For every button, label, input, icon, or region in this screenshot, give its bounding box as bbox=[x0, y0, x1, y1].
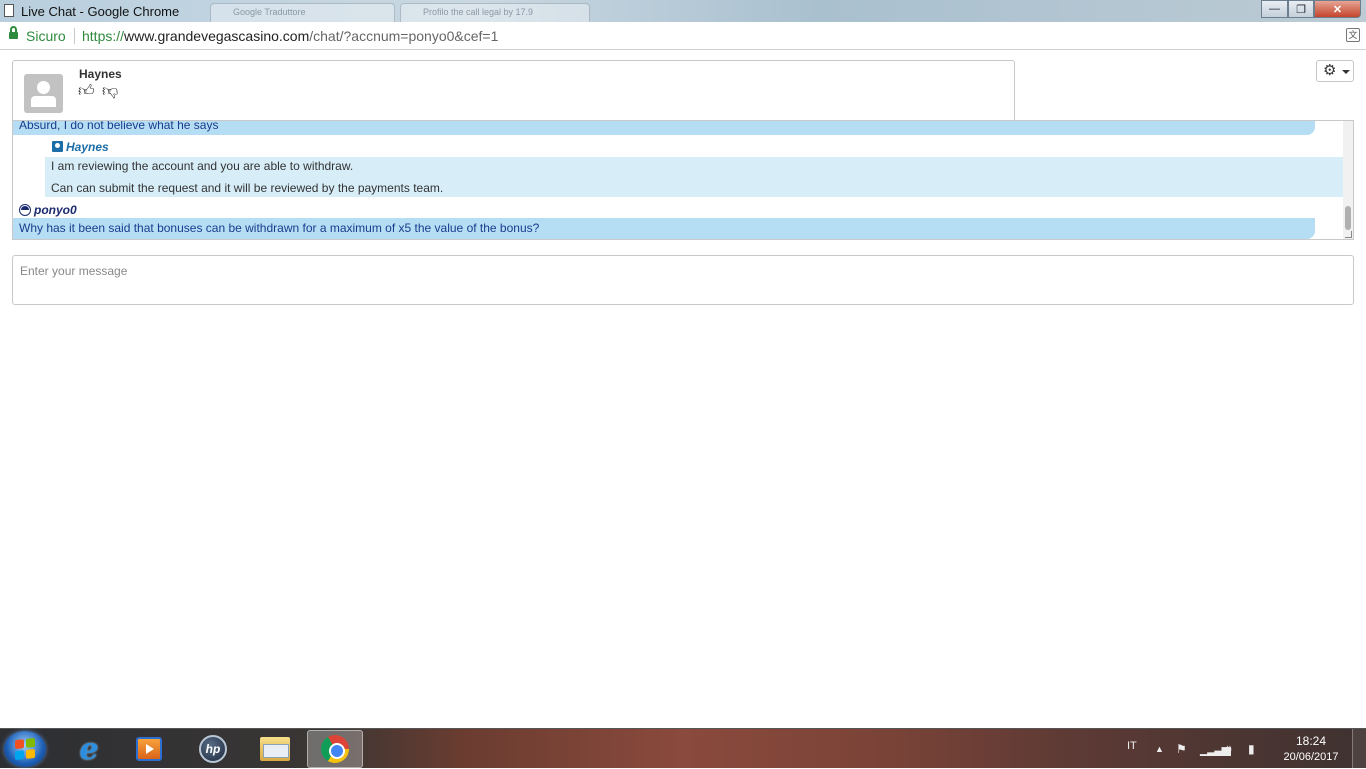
background-tab-translate[interactable]: Google Traduttore bbox=[210, 3, 395, 22]
close-icon: ✕ bbox=[1332, 3, 1343, 16]
chrome-icon bbox=[321, 735, 349, 763]
close-button[interactable]: ✕ bbox=[1314, 0, 1361, 18]
address-divider bbox=[74, 28, 75, 44]
user-message: Why has it been said that bonuses can be… bbox=[13, 218, 1315, 239]
scrollbar-thumb[interactable] bbox=[1345, 206, 1351, 230]
address-bar[interactable]: Sicuro https://www.grandevegascasino.com… bbox=[0, 22, 1366, 50]
agent-message: I am reviewing the account and you are a… bbox=[45, 157, 1347, 197]
url-protocol: https:// bbox=[82, 28, 125, 44]
background-tab-profile[interactable]: Profilo the call legal by 17.9 bbox=[400, 3, 590, 22]
message-input[interactable] bbox=[12, 255, 1354, 305]
secure-label[interactable]: Sicuro bbox=[26, 28, 66, 44]
taskbar: e hp IT ▲ ⚑ ▁▂▃▅ 🔊︎ ▮ 18:24 20/06/2017 bbox=[0, 728, 1366, 769]
background-tab-profile-label: Profilo the call legal by 17.9 bbox=[423, 7, 534, 17]
settings-button[interactable]: ⚙ bbox=[1316, 60, 1354, 82]
user-face-icon bbox=[19, 204, 31, 216]
taskbar-hp-support[interactable]: hp bbox=[185, 730, 241, 768]
clock-time[interactable]: 18:24 bbox=[1283, 734, 1339, 748]
user-message: Absurd, I do not believe what he says bbox=[13, 121, 1315, 135]
url-text[interactable]: https://www.grandevegascasino.com/chat/?… bbox=[82, 28, 498, 44]
agent-message-sender: Haynes bbox=[52, 140, 109, 154]
battery-plug-icon[interactable]: ▮ bbox=[1248, 742, 1255, 756]
show-desktop-button[interactable] bbox=[1352, 729, 1366, 769]
translate-icon[interactable]: 文 bbox=[1346, 28, 1360, 42]
avatar bbox=[24, 74, 63, 113]
agent-name: Haynes bbox=[79, 67, 122, 81]
chevron-down-icon bbox=[1342, 70, 1350, 74]
internet-explorer-icon: e bbox=[79, 731, 99, 767]
show-hidden-icons-icon[interactable]: ▲ bbox=[1155, 742, 1164, 756]
url-path: /chat/?accnum=ponyo0&cef=1 bbox=[309, 28, 499, 44]
lock-icon bbox=[9, 26, 18, 40]
thumbs-up-icon[interactable]: 👍︎ bbox=[78, 84, 95, 100]
taskbar-file-explorer[interactable] bbox=[247, 730, 303, 768]
agent-header: Haynes 👍︎ 👎︎ bbox=[12, 60, 1015, 120]
agent-badge-icon bbox=[52, 141, 63, 152]
chat-transcript[interactable]: Absurd, I do not believe what he says Ha… bbox=[12, 120, 1354, 240]
page-icon bbox=[4, 4, 14, 17]
volume-icon[interactable]: 🔊︎ bbox=[1224, 742, 1232, 756]
restore-icon: ❐ bbox=[1296, 3, 1306, 16]
agent-message-line: I am reviewing the account and you are a… bbox=[51, 159, 354, 173]
taskbar-chrome[interactable] bbox=[307, 730, 363, 768]
minimize-icon: ― bbox=[1269, 3, 1280, 15]
taskbar-internet-explorer[interactable]: e bbox=[61, 730, 117, 768]
hp-icon: hp bbox=[199, 735, 227, 763]
clock-date[interactable]: 20/06/2017 bbox=[1280, 751, 1342, 763]
action-center-flag-icon[interactable]: ⚑ bbox=[1176, 742, 1187, 756]
windows-logo-icon bbox=[15, 737, 35, 761]
restore-button[interactable]: ❐ bbox=[1288, 0, 1314, 18]
background-tab-translate-label: Google Traduttore bbox=[233, 7, 306, 17]
folder-icon bbox=[260, 737, 290, 761]
user-message-sender: ponyo0 bbox=[19, 203, 77, 217]
taskbar-media-player[interactable] bbox=[121, 730, 177, 768]
start-button[interactable] bbox=[4, 731, 46, 767]
minimize-button[interactable]: ― bbox=[1261, 0, 1288, 18]
user-sender-name: ponyo0 bbox=[34, 203, 77, 217]
language-indicator[interactable]: IT bbox=[1127, 740, 1137, 752]
gear-icon: ⚙ bbox=[1323, 62, 1337, 79]
window-titlebar[interactable]: Live Chat - Google Chrome Google Tradutt… bbox=[0, 0, 1366, 22]
resize-grip-icon[interactable] bbox=[1345, 231, 1352, 238]
agent-sender-name: Haynes bbox=[66, 140, 109, 154]
agent-message-line: Can can submit the request and it will b… bbox=[51, 181, 444, 195]
transcript-scrollbar[interactable] bbox=[1343, 121, 1353, 239]
window-title: Live Chat - Google Chrome bbox=[21, 4, 180, 19]
url-host: www.grandevegascasino.com bbox=[124, 28, 310, 44]
thumbs-down-icon[interactable]: 👎︎ bbox=[102, 84, 118, 100]
media-player-icon bbox=[136, 737, 162, 761]
